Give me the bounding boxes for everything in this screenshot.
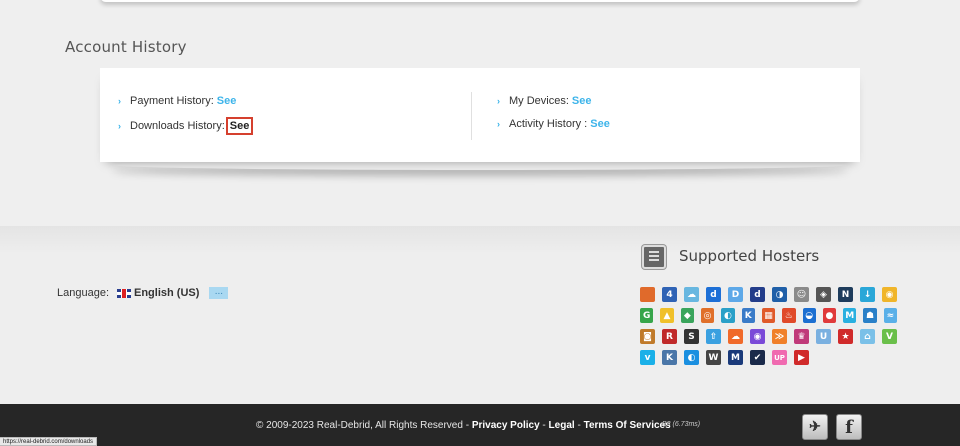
hoster-11-icon[interactable]: ↓ [860, 287, 875, 302]
document-list-icon [642, 245, 666, 269]
hoster-35-icon[interactable]: ★ [838, 329, 853, 344]
my-devices-see-link[interactable]: See [572, 95, 592, 107]
hoster-19-icon[interactable]: ▦ [761, 308, 776, 323]
chevron-right-icon: › [497, 119, 500, 129]
hoster-8-icon[interactable]: ☺ [794, 287, 809, 302]
copyright-text: © 2009-2023 Real-Debrid, All Rights Rese… [256, 420, 470, 431]
twitter-button[interactable]: ✈ [802, 414, 828, 440]
hoster-7-icon[interactable]: ◑ [772, 287, 787, 302]
language-selector: Language: English (US) ... [57, 287, 229, 299]
activity-history-see-link[interactable]: See [590, 118, 610, 130]
hoster-17-icon[interactable]: ◐ [721, 308, 735, 323]
hoster-row: 4 ☁ d Dd ◑ ☺ ◈ N ↓ ◉ [640, 287, 904, 302]
hoster-28-icon[interactable]: S [684, 329, 699, 344]
hoster-1-icon[interactable] [640, 287, 655, 302]
legal-link[interactable]: Legal [549, 420, 575, 431]
downloads-history-see-link[interactable]: See [225, 117, 254, 135]
copyright-line: © 2009-2023 Real-Debrid, All Rights Rese… [256, 420, 671, 431]
chevron-right-icon: › [118, 121, 121, 131]
privacy-policy-link[interactable]: Privacy Policy [472, 420, 540, 431]
hoster-16-icon[interactable]: ◎ [700, 308, 715, 323]
hoster-22-icon[interactable]: ● [822, 308, 837, 323]
language-more-button[interactable]: ... [209, 287, 229, 299]
hoster-43-icon[interactable]: ✔ [750, 350, 765, 365]
hoster-2-icon[interactable]: 4 [662, 287, 677, 302]
hoster-27-icon[interactable]: R [662, 329, 677, 344]
hoster-12-icon[interactable]: ◉ [882, 287, 897, 302]
hoster-grid: 4 ☁ d Dd ◑ ☺ ◈ N ↓ ◉ G ▲ ◆ ◎ ◐ K ▦ ♨ ◒ ● M ☗ ≈ ◙ R S ⇧ ☁ ◉ ≫ ♛ U ★ ⌂ Vv K ◐ W… [640, 287, 904, 371]
hoster-45-icon[interactable]: ▶ [794, 350, 809, 365]
facebook-button[interactable]: f [836, 414, 862, 440]
hoster-15-icon[interactable]: ◆ [680, 308, 694, 323]
hoster-9-icon[interactable]: ◈ [816, 287, 831, 302]
hoster-42-icon[interactable]: M [728, 350, 743, 365]
activity-history-row: › Activity History : See [497, 118, 610, 130]
hoster-41-icon[interactable]: W [706, 350, 721, 365]
activity-history-label: Activity History : [509, 118, 588, 130]
status-bar-url: https://real-debrid.com/downloads [0, 437, 98, 446]
payment-history-label: Payment History: [130, 95, 214, 107]
hoster-18-icon[interactable]: K [741, 308, 755, 323]
hoster-36-icon[interactable]: ⌂ [860, 329, 875, 344]
hoster-34-icon[interactable]: U [816, 329, 831, 344]
downloads-history-label: Downloads History: [130, 120, 225, 132]
hoster-25-icon[interactable]: ≈ [883, 308, 898, 323]
hoster-29-icon[interactable]: ⇧ [706, 329, 721, 344]
hoster-24-icon[interactable]: ☗ [863, 308, 877, 323]
account-history-title: Account History [65, 38, 187, 56]
facebook-icon: f [845, 416, 853, 438]
top-card-remnant [100, 0, 860, 2]
twitter-bird-icon: ✈ [809, 419, 821, 435]
hoster-37-icon[interactable]: V [882, 329, 897, 344]
hoster-30-icon[interactable]: ☁ [728, 329, 743, 344]
payment-history-row: › Payment History: See [118, 95, 236, 107]
hoster-10-icon[interactable]: N [838, 287, 853, 302]
hoster-row: v K ◐ W M ✔ UP ▶ [640, 350, 904, 365]
my-devices-label: My Devices: [509, 95, 569, 107]
hoster-26-icon[interactable]: ◙ [640, 329, 655, 344]
account-history-card: › Payment History: See › Downloads Histo… [100, 68, 860, 162]
language-label: Language: [57, 287, 109, 299]
hoster-4-icon[interactable]: d [706, 287, 721, 302]
column-divider [471, 92, 472, 140]
payment-history-see-link[interactable]: See [217, 95, 237, 107]
downloads-history-row: › Downloads History: See [118, 117, 254, 135]
hoster-38-icon[interactable]: v [640, 350, 655, 365]
hoster-row: G ▲ ◆ ◎ ◐ K ▦ ♨ ◒ ● M ☗ ≈ [640, 308, 904, 323]
chevron-right-icon: › [118, 96, 121, 106]
footer-dark: © 2009-2023 Real-Debrid, All Rights Rese… [0, 404, 960, 446]
build-info: B3 (6.73ms) [662, 421, 701, 428]
hoster-6-icon[interactable]: d [750, 287, 765, 302]
terms-of-services-link[interactable]: Terms Of Services [584, 420, 671, 431]
supported-hosters-title: Supported Hosters [679, 247, 820, 265]
separator: - [542, 420, 546, 431]
hoster-21-icon[interactable]: ◒ [802, 308, 816, 323]
hoster-row: ◙ R S ⇧ ☁ ◉ ≫ ♛ U ★ ⌂ V [640, 329, 904, 344]
uk-flag-icon [117, 288, 131, 298]
hoster-14-icon[interactable]: ▲ [660, 308, 674, 323]
hoster-33-icon[interactable]: ♛ [794, 329, 809, 344]
language-value: English (US) [134, 287, 200, 299]
hoster-20-icon[interactable]: ♨ [782, 308, 796, 323]
hoster-3-icon[interactable]: ☁ [684, 287, 699, 302]
hoster-23-icon[interactable]: M [843, 308, 857, 323]
hoster-39-icon[interactable]: K [662, 350, 677, 365]
hoster-31-icon[interactable]: ◉ [750, 329, 765, 344]
hoster-5-icon[interactable]: D [728, 287, 743, 302]
my-devices-row: › My Devices: See [497, 95, 591, 107]
chevron-right-icon: › [497, 96, 500, 106]
hoster-40-icon[interactable]: ◐ [684, 350, 699, 365]
hoster-13-icon[interactable]: G [640, 308, 654, 323]
separator: - [577, 420, 581, 431]
hoster-32-icon[interactable]: ≫ [772, 329, 787, 344]
hoster-44-icon[interactable]: UP [772, 350, 787, 365]
